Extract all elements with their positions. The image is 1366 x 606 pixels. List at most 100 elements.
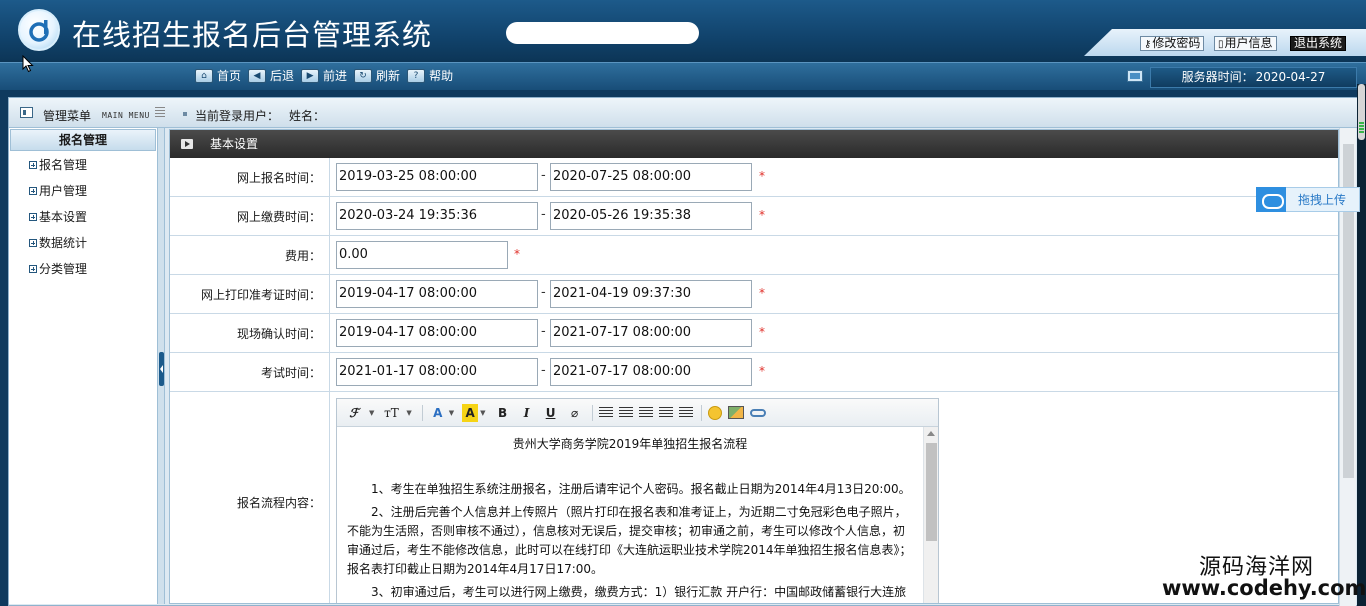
row-admission-print-time: 网上打印准考证时间： 2019-04-17 08:00:00 - 2021-04…: [170, 275, 1338, 314]
help-button[interactable]: ? 帮助: [407, 67, 453, 84]
emoji-icon[interactable]: [707, 405, 722, 420]
collapse-sidebar-icon[interactable]: [159, 352, 164, 386]
sidebar-section-title[interactable]: 报名管理: [10, 129, 156, 151]
highlight-button[interactable]: A: [462, 403, 479, 422]
sidebar-item-users[interactable]: 用户管理: [9, 178, 157, 204]
forward-arrow-icon: ▶: [301, 68, 320, 83]
font-size-button[interactable]: ᴛT: [382, 404, 400, 422]
field-label: 费用：: [170, 236, 330, 274]
editor-content[interactable]: 贵州大学商务学院2019年单独招生报名流程 1、考生在单独招生系统注册报名，注册…: [337, 427, 923, 603]
fee-input[interactable]: 0.00: [336, 241, 508, 269]
font-color-button[interactable]: A: [429, 404, 447, 422]
sidebar-item-settings[interactable]: 基本设置: [9, 204, 157, 230]
watermark-url: www.codehy.com: [1162, 576, 1366, 600]
chevron-down-icon[interactable]: ▼: [449, 409, 454, 417]
required-mark: *: [759, 208, 765, 222]
underline-button[interactable]: U: [542, 404, 560, 422]
scroll-up-icon[interactable]: [927, 431, 935, 436]
chevron-down-icon[interactable]: ▼: [406, 409, 411, 417]
menu-toggle-icon[interactable]: [155, 107, 165, 117]
align-center-icon[interactable]: [618, 406, 633, 419]
onsite-confirm-end-input[interactable]: 2021-07-17 08:00:00: [550, 319, 752, 347]
required-mark: *: [759, 169, 765, 183]
settings-panel: 基本设置 网上报名时间： 2019-03-25 08:00:00 - 2020-…: [169, 129, 1339, 604]
sidebar-item-statistics[interactable]: 数据统计: [9, 230, 157, 256]
menu-panel-icon: [20, 107, 33, 118]
required-mark: *: [759, 286, 765, 300]
range-dash: -: [541, 363, 546, 378]
window-scrollbar[interactable]: [1357, 84, 1366, 606]
onsite-confirm-start-input[interactable]: 2019-04-17 08:00:00: [336, 319, 538, 347]
chevron-down-icon[interactable]: ▼: [480, 409, 485, 417]
expand-icon: [29, 213, 37, 221]
sidebar: 报名管理 报名管理 用户管理 基本设置 数据统计 分类管理: [9, 128, 158, 604]
sidebar-item-categories[interactable]: 分类管理: [9, 256, 157, 282]
link-icon[interactable]: [749, 408, 766, 417]
row-onsite-confirm-time: 现场确认时间： 2019-04-17 08:00:00 - 2021-07-17…: [170, 314, 1338, 353]
payment-start-input[interactable]: 2020-03-24 19:35:36: [336, 202, 538, 230]
change-password-button[interactable]: ⚷修改密码: [1140, 36, 1205, 51]
expand-icon: [29, 265, 37, 273]
row-fee: 费用： 0.00 *: [170, 236, 1338, 275]
expand-icon: [29, 239, 37, 247]
user-info-button[interactable]: ▯用户信息: [1214, 36, 1277, 51]
app-title: 在线招生报名后台管理系统: [72, 18, 433, 52]
range-dash: -: [541, 285, 546, 300]
top-links: ⚷修改密码 ▯用户信息 退出系统: [1084, 29, 1366, 56]
exam-end-input[interactable]: 2021-07-17 08:00:00: [550, 358, 752, 386]
forward-button[interactable]: ▶ 前进: [301, 67, 347, 84]
field-label: 报名流程内容：: [170, 392, 330, 603]
bold-button[interactable]: B: [494, 404, 512, 422]
logout-button[interactable]: 退出系统: [1290, 36, 1347, 51]
panel-play-icon: [181, 139, 193, 149]
sidebar-item-registration[interactable]: 报名管理: [9, 152, 157, 178]
ordered-list-icon[interactable]: [658, 406, 673, 419]
user-icon: ▯: [1218, 39, 1224, 50]
current-user: 当前登录用户： 姓名：: [195, 109, 326, 123]
drag-upload-button[interactable]: 拖拽上传: [1256, 187, 1360, 212]
back-arrow-icon: ◀: [248, 68, 267, 83]
panel-title: 基本设置: [210, 137, 259, 151]
key-icon: ⚷: [1144, 39, 1152, 50]
editor-paragraph: 2、注册后完善个人信息并上传照片（照片打印在报名表和准考证上，为近期二寸免冠彩色…: [347, 505, 912, 576]
back-button[interactable]: ◀ 后退: [248, 67, 294, 84]
editor-paragraph: 3、初审通过后，考生可以进行网上缴费，缴费方式：1）银行汇款 开户行：中国邮政储…: [371, 585, 907, 599]
redacted-area: [506, 22, 699, 44]
payment-end-input[interactable]: 2020-05-26 19:35:38: [550, 202, 752, 230]
monitor-icon: [1127, 70, 1143, 82]
scroll-thumb[interactable]: [926, 443, 937, 541]
insert-image-icon[interactable]: [727, 406, 744, 419]
editor-paragraph: 1、考生在单独招生系统注册报名，注册后请牢记个人密码。报名截止日期为2014年4…: [371, 482, 911, 496]
mouse-cursor-icon: [22, 55, 34, 73]
menu-subtitle: MAIN MENU: [102, 111, 150, 120]
range-dash: -: [541, 168, 546, 183]
refresh-icon: ↻: [354, 68, 373, 83]
editor-scrollbar[interactable]: [923, 427, 938, 603]
row-exam-time: 考试时间： 2021-01-17 08:00:00 - 2021-07-17 0…: [170, 353, 1338, 392]
italic-button[interactable]: I: [518, 404, 536, 422]
exam-start-input[interactable]: 2021-01-17 08:00:00: [336, 358, 538, 386]
eraser-icon[interactable]: ⌀: [566, 404, 584, 422]
admission-print-end-input[interactable]: 2021-04-19 09:37:30: [550, 280, 752, 308]
field-label: 网上打印准考证时间：: [170, 275, 330, 313]
refresh-button[interactable]: ↻ 刷新: [354, 67, 400, 84]
main-toolbar: ⌂ 首页 ◀ 后退 ▶ 前进 ↻ 刷新 ? 帮助 服务器时间： 2020-04-27: [0, 62, 1366, 90]
expand-icon: [29, 187, 37, 195]
align-right-icon[interactable]: [638, 406, 653, 419]
align-left-icon[interactable]: [598, 406, 613, 419]
unordered-list-icon[interactable]: [678, 406, 693, 419]
field-label: 网上缴费时间：: [170, 197, 330, 235]
registration-end-input[interactable]: 2020-07-25 08:00:00: [550, 163, 752, 191]
expand-icon: [29, 161, 37, 169]
home-button[interactable]: ⌂ 首页: [195, 67, 241, 84]
sidebar-splitter[interactable]: [158, 128, 165, 604]
field-label: 网上报名时间：: [170, 158, 330, 196]
admission-print-start-input[interactable]: 2019-04-17 08:00:00: [336, 280, 538, 308]
font-family-button[interactable]: ℱ: [345, 404, 363, 422]
rich-text-editor: ℱ ▼ ᴛT ▼ A ▼ A ▼ B I U ⌀ 贵州大学商务学院2019年单独…: [336, 398, 939, 603]
registration-start-input[interactable]: 2019-03-25 08:00:00: [336, 163, 538, 191]
main-frame: 管理菜单 MAIN MENU 当前登录用户： 姓名： 报名管理 报名管理 用户管理…: [8, 97, 1358, 606]
server-time: 服务器时间： 2020-04-27: [1150, 67, 1357, 88]
menu-title: 管理菜单: [43, 109, 92, 123]
chevron-down-icon[interactable]: ▼: [369, 409, 374, 417]
